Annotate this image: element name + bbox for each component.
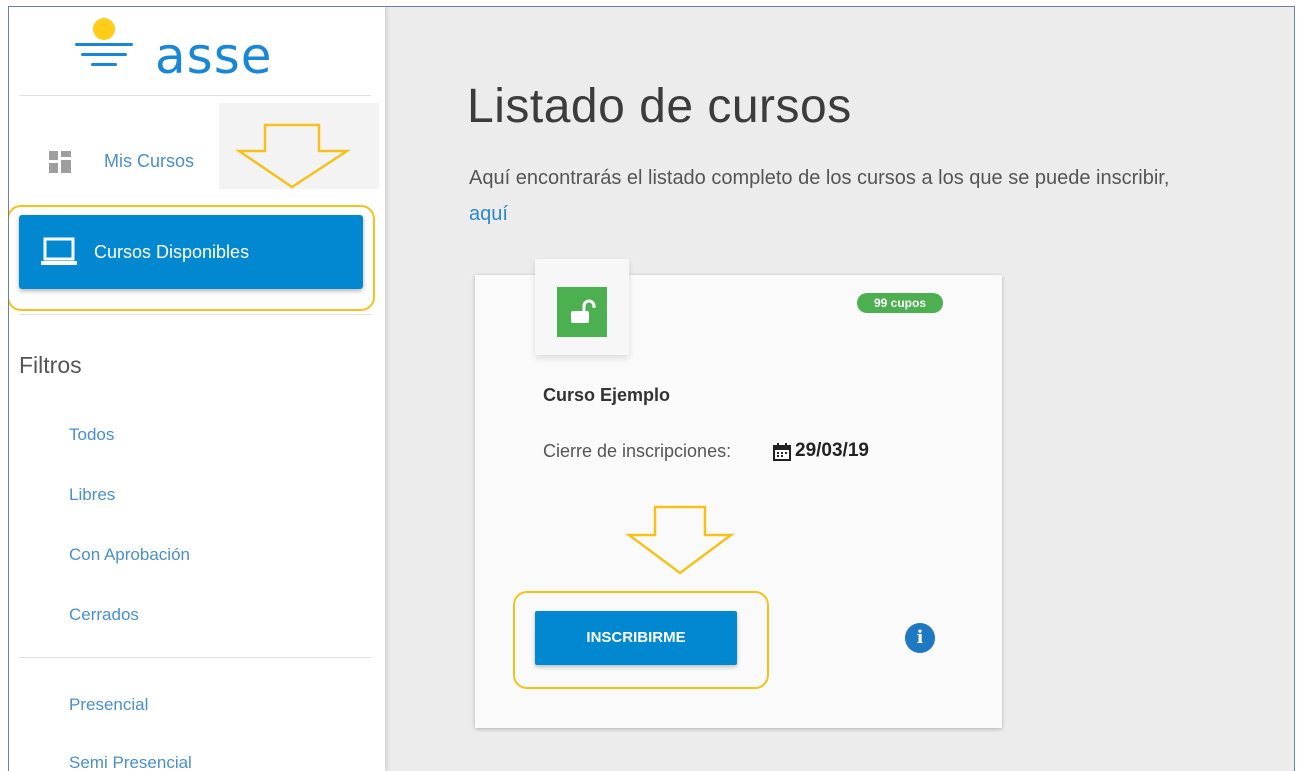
filters-title: Filtros (19, 352, 82, 378)
app-frame: asse Mis Cursos Cursos Disponibles Filtr… (8, 6, 1295, 771)
logo-sun (93, 18, 115, 40)
enrollment-close-label: Cierre de inscripciones: (543, 441, 732, 461)
page-description: Aquí encontrarás el listado completo de … (469, 167, 1170, 189)
lock-open-icon (571, 299, 596, 323)
description-link[interactable]: aquí (469, 203, 508, 226)
logo-line (91, 63, 117, 66)
course-icon-container (535, 259, 629, 355)
down-arrow-annotation (235, 123, 351, 189)
filter-presencial[interactable]: Presencial (69, 695, 148, 715)
logo-line (75, 43, 133, 46)
laptop-icon (41, 237, 77, 265)
calendar-icon (773, 443, 791, 461)
divider (19, 657, 371, 658)
sidebar: asse Mis Cursos Cursos Disponibles Filtr… (9, 7, 385, 771)
sidebar-item-cursos-disponibles[interactable]: Cursos Disponibles (19, 215, 363, 289)
dashboard-icon (49, 151, 71, 173)
divider (19, 95, 371, 96)
down-arrow-annotation (625, 505, 735, 575)
info-icon[interactable]: i (905, 623, 935, 653)
sidebar-item-label: Mis Cursos (104, 151, 195, 171)
asse-logo[interactable]: asse (69, 13, 309, 93)
sidebar-item-label: Cursos Disponibles (94, 242, 250, 262)
enrollment-close-date: 29/03/19 (795, 440, 869, 461)
filter-semi-presencial[interactable]: Semi Presencial (69, 753, 192, 771)
filter-libres[interactable]: Libres (69, 485, 115, 505)
course-card: 99 cupos Curso Ejemplo Cierre de inscrip… (475, 259, 1002, 728)
page-title: Listado de cursos (467, 80, 852, 133)
divider (19, 314, 371, 315)
course-name: Curso Ejemplo (543, 385, 671, 405)
logo-line (81, 53, 127, 56)
filter-cerrados[interactable]: Cerrados (69, 605, 139, 625)
cupos-badge: 99 cupos (857, 293, 943, 313)
course-status-badge (557, 287, 607, 337)
filter-todos[interactable]: Todos (69, 425, 114, 445)
filter-con-aprobacion[interactable]: Con Aprobación (69, 545, 190, 565)
enroll-button[interactable]: INSCRIBIRME (535, 611, 737, 665)
logo-text: asse (155, 27, 273, 85)
